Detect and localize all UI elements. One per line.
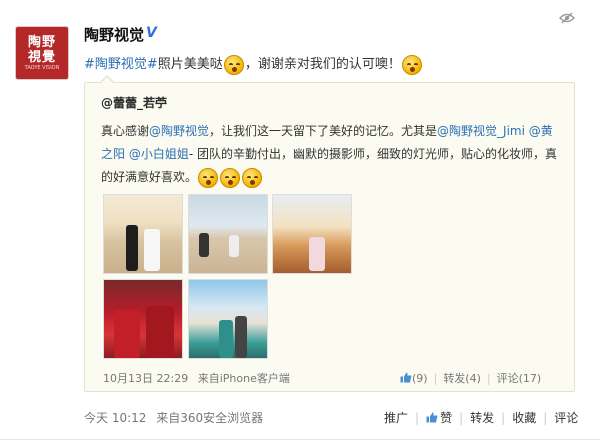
divider xyxy=(0,439,600,440)
separator: | xyxy=(486,372,491,385)
mention-link[interactable]: @陶野视觉 xyxy=(149,124,209,138)
photo-thumbnail[interactable] xyxy=(103,194,183,274)
quote-repost-link[interactable]: 转发(4) xyxy=(443,372,481,385)
thumbs-up-icon xyxy=(426,412,438,423)
quoted-post-time-link[interactable]: 10月13日 22:29 xyxy=(103,372,188,385)
photo-thumbnail[interactable] xyxy=(188,279,268,359)
avatar[interactable]: 陶野 視覺 TAOYE VISION xyxy=(15,26,69,80)
promote-link[interactable]: 推广 xyxy=(384,411,408,425)
mention-link[interactable]: @小白姐姐 xyxy=(129,147,189,161)
quoted-post-text: 真心感谢@陶野视觉，让我们这一天留下了美好的记忆。尤其是@陶野视觉_Jimi @… xyxy=(101,120,561,189)
avatar-logo-top: 陶野 xyxy=(27,34,56,50)
like-button[interactable]: 赞 xyxy=(426,411,452,425)
blush-face-icon xyxy=(223,54,244,75)
separator: | xyxy=(459,411,464,425)
blush-face-icon xyxy=(198,167,219,188)
quoted-post-meta: 10月13日 22:29 来自iPhone客户端 xyxy=(103,370,290,386)
quote-text-part: ，让我们这一天留下了美好的记忆。尤其是 xyxy=(209,124,438,138)
post-source: 来自360安全浏览器 xyxy=(156,411,264,425)
post-time-link[interactable]: 今天 10:12 xyxy=(84,411,146,425)
topic-tag-link[interactable]: #陶野视觉# xyxy=(84,57,158,72)
photo-thumbnail[interactable] xyxy=(103,279,183,359)
post-text: #陶野视觉#照片美美哒 ，谢谢亲对我们的认可噢！ xyxy=(84,53,423,75)
thumbs-up-icon xyxy=(400,372,412,383)
photo-thumbnail[interactable] xyxy=(188,194,268,274)
blush-face-icon xyxy=(220,167,241,188)
eye-off-icon[interactable] xyxy=(559,12,575,24)
quoted-post-actions: (9) | 转发(4) | 评论(17) xyxy=(400,370,541,386)
separator: | xyxy=(501,411,506,425)
username-link[interactable]: 陶野视觉 xyxy=(84,24,144,45)
photo-thumbnail[interactable] xyxy=(272,194,352,274)
quote-pointer-inner xyxy=(101,77,113,83)
post-meta: 今天 10:12 来自360安全浏览器 xyxy=(84,409,263,426)
blush-face-icon xyxy=(242,167,263,188)
mention-link[interactable]: @陶野视觉_Jimi xyxy=(437,124,525,138)
quote-like-count: (9) xyxy=(412,372,428,385)
post-text-after: ，谢谢亲对我们的认可噢！ xyxy=(244,57,401,72)
like-label: 赞 xyxy=(440,411,453,425)
quote-like-button[interactable]: (9) xyxy=(400,372,428,385)
separator: | xyxy=(415,411,420,425)
blush-face-icon xyxy=(401,54,422,75)
comment-link[interactable]: 评论 xyxy=(554,411,578,425)
avatar-logo-sub: TAOYE VISION xyxy=(24,64,60,71)
avatar-logo-bottom: 視覺 xyxy=(27,49,56,65)
favorite-link[interactable]: 收藏 xyxy=(512,411,536,425)
separator: | xyxy=(433,372,438,385)
post-text-main: 照片美美哒 xyxy=(157,57,223,72)
quote-text-part: 真心感谢 xyxy=(101,124,150,138)
quoted-post-source: 来自iPhone客户端 xyxy=(197,372,290,385)
post-actions: 推广 | 赞 | 转发 | 收藏 | 评论 xyxy=(384,409,578,426)
quote-comment-link[interactable]: 评论(17) xyxy=(497,372,542,385)
separator: | xyxy=(543,411,548,425)
verified-badge-icon[interactable]: V xyxy=(146,25,157,41)
quoted-username-link[interactable]: @蕾蕾_若苧 xyxy=(101,94,167,111)
repost-link[interactable]: 转发 xyxy=(470,411,494,425)
